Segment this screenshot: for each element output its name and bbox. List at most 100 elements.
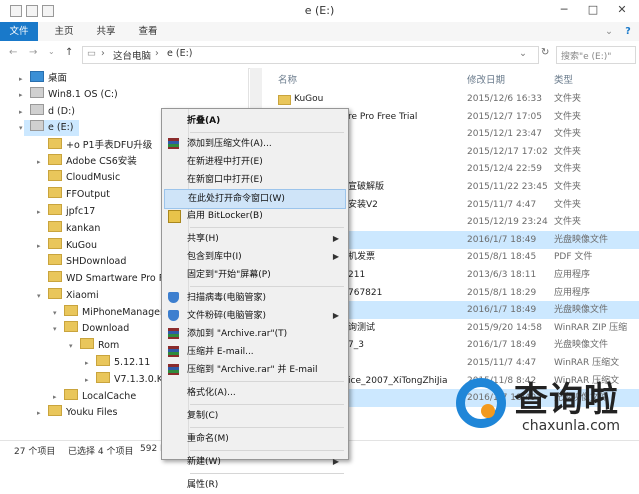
address-bar[interactable]: ▭ › 这台电脑 › e (E:) ⌄ (82, 46, 539, 64)
menu-item[interactable]: 启用 BitLocker(B) (164, 207, 346, 225)
menu-item[interactable]: 格式化(A)... (164, 384, 346, 402)
nav-item[interactable]: ▾ Xiaomi (37, 288, 105, 304)
menu-item-label: 添加到 "Archive.rar"(T) (187, 329, 288, 339)
expand-arrow-right-icon[interactable]: ▸ (53, 389, 57, 405)
nav-item[interactable]: kankan (42, 221, 106, 237)
nav-item[interactable]: ▸ 5.12.11 (85, 355, 156, 371)
column-header-date[interactable]: 修改日期 (467, 72, 505, 86)
back-arrow-icon[interactable]: ← (9, 47, 17, 58)
menu-item[interactable]: 包含到库中(I) ▶ (164, 248, 346, 266)
nav-item[interactable]: +o P1手表DFU升级 (42, 138, 158, 154)
nav-item[interactable]: ▸ Win8.1 OS (C:) (19, 87, 124, 103)
forward-arrow-icon[interactable]: → (29, 47, 37, 58)
expand-arrow-right-icon[interactable]: ▸ (85, 355, 89, 371)
menu-item[interactable]: 固定到"开始"屏幕(P) (164, 266, 346, 284)
expand-arrow-down-icon[interactable]: ▾ (19, 120, 23, 136)
file-date: 2015/12/19 23:24 (467, 217, 548, 228)
submenu-arrow-icon: ▶ (332, 457, 339, 466)
nav-item[interactable]: SHDownload (42, 254, 132, 270)
nav-item[interactable]: ▾ Download (53, 321, 135, 337)
nav-item-label: KuGou (66, 240, 97, 251)
breadcrumb-drive-e[interactable]: e (E:) (167, 48, 192, 59)
tab-file[interactable]: 文件 (0, 22, 38, 41)
file-date: 2015/12/7 17:05 (467, 111, 542, 122)
nav-item[interactable]: ▸ LocalCache (53, 389, 142, 405)
expand-arrow-right-icon[interactable]: ▸ (19, 71, 23, 87)
chevron-down-icon[interactable]: ⌄ (519, 48, 527, 59)
nav-item[interactable]: ▸ KuGou (37, 238, 103, 254)
file-type: 文件夹 (554, 146, 582, 157)
folder-icon (48, 254, 62, 265)
menu-item-label: 固定到"开始"屏幕(P) (187, 270, 271, 280)
file-row[interactable]: KuGou 2015/12/6 16:33 文件夹 (262, 90, 639, 108)
file-type: 文件夹 (554, 182, 582, 192)
nav-item[interactable]: ▸ Adobe CS6安装 (37, 154, 143, 170)
nav-item[interactable]: CloudMusic (42, 170, 126, 186)
expand-arrow-down-icon[interactable]: ▾ (37, 288, 41, 304)
column-header-name[interactable]: 名称 (278, 72, 297, 86)
tab-view[interactable]: 查看 (130, 22, 166, 41)
menu-item[interactable]: 在新进程中打开(E) (164, 153, 346, 171)
menu-item-label: 折叠(A) (187, 116, 221, 126)
column-header-type[interactable]: 类型 (554, 72, 573, 86)
drive-icon (30, 120, 44, 131)
menu-item[interactable]: 新建(W) ▶ (164, 453, 346, 471)
expand-arrow-right-icon[interactable]: ▸ (19, 104, 23, 120)
menu-item[interactable]: 属性(R) (164, 476, 346, 494)
expand-arrow-right-icon[interactable]: ▸ (37, 405, 41, 421)
expand-arrow-down-icon[interactable]: ▾ (53, 305, 57, 321)
file-name: ice_2007_XiTongZhiJia (348, 375, 448, 386)
search-input[interactable]: 搜索"e (E:)" (556, 46, 636, 64)
menu-item[interactable]: 重命名(M) (164, 430, 346, 448)
minimize-button[interactable]: ─ (550, 0, 578, 20)
nav-item[interactable]: ▸ Youku Files (37, 405, 123, 421)
nav-item[interactable]: ▸ 桌面 (19, 71, 73, 87)
tab-home[interactable]: 主页 (46, 22, 82, 41)
menu-item[interactable]: 在此处打开命令窗口(W) (164, 189, 346, 209)
file-date: 2015/12/4 22:59 (467, 164, 542, 175)
expand-arrow-right-icon[interactable]: ▸ (37, 154, 41, 170)
folder-icon (48, 138, 62, 149)
menu-item[interactable]: 压缩并 E-mail... (164, 343, 346, 361)
logo-dot-icon (481, 404, 495, 418)
file-name: KuGou (294, 94, 324, 104)
expand-arrow-down-icon[interactable]: ▾ (53, 321, 57, 337)
menu-item-label: 在新窗口中打开(E) (187, 175, 263, 185)
ribbon-expand-icon[interactable]: ⌄ (600, 22, 618, 41)
menu-item[interactable]: 扫描病毒(电脑管家) (164, 289, 346, 307)
menu-item[interactable]: 复制(C) (164, 407, 346, 425)
nav-item-label: kankan (66, 223, 101, 234)
menu-item[interactable]: 添加到 "Archive.rar"(T) (164, 325, 346, 343)
help-icon[interactable]: ? (620, 22, 636, 41)
menu-item[interactable]: 折叠(A) (164, 112, 346, 130)
menu-item[interactable]: 在新窗口中打开(E) (164, 171, 346, 189)
expand-arrow-down-icon[interactable]: ▾ (69, 338, 73, 354)
expand-arrow-right-icon[interactable]: ▸ (37, 238, 41, 254)
nav-item-label: e (E:) (48, 122, 74, 133)
up-arrow-icon[interactable]: ↑ (65, 47, 73, 58)
menu-item[interactable]: 共享(H) ▶ (164, 230, 346, 248)
expand-arrow-right-icon[interactable]: ▸ (37, 204, 41, 220)
file-type: 应用程序 (554, 287, 591, 298)
menu-separator (190, 450, 344, 451)
tab-share[interactable]: 共享 (88, 22, 124, 41)
nav-item[interactable]: ▾ Rom (69, 338, 125, 354)
maximize-button[interactable]: □ (579, 0, 607, 20)
folder-icon (278, 95, 291, 105)
nav-item[interactable]: FFOutput (42, 187, 116, 203)
refresh-icon[interactable]: ↻ (541, 47, 549, 58)
menu-item[interactable]: 压缩到 "Archive.rar" 并 E-mail (164, 361, 346, 379)
menu-item[interactable]: 添加到压缩文件(A)... (164, 135, 346, 153)
breadcrumb-this-pc[interactable]: 这台电脑 (113, 48, 151, 62)
file-date: 2016/1/7 18:49 (467, 234, 537, 245)
menu-item-label: 压缩并 E-mail... (187, 347, 254, 357)
close-button[interactable]: ✕ (608, 0, 636, 20)
expand-arrow-right-icon[interactable]: ▸ (85, 372, 89, 388)
expand-arrow-right-icon[interactable]: ▸ (19, 87, 23, 103)
menu-item[interactable]: 文件粉碎(电脑管家) ▶ (164, 307, 346, 325)
nav-item[interactable]: ▾ e (E:) (19, 120, 80, 136)
nav-item[interactable]: ▾ MiPhoneManager (53, 305, 170, 321)
nav-item[interactable]: ▸ d (D:) (19, 104, 81, 120)
nav-item[interactable]: ▸ jpfc17 (37, 204, 101, 220)
recent-dropdown-icon[interactable]: ⌄ (48, 47, 55, 56)
